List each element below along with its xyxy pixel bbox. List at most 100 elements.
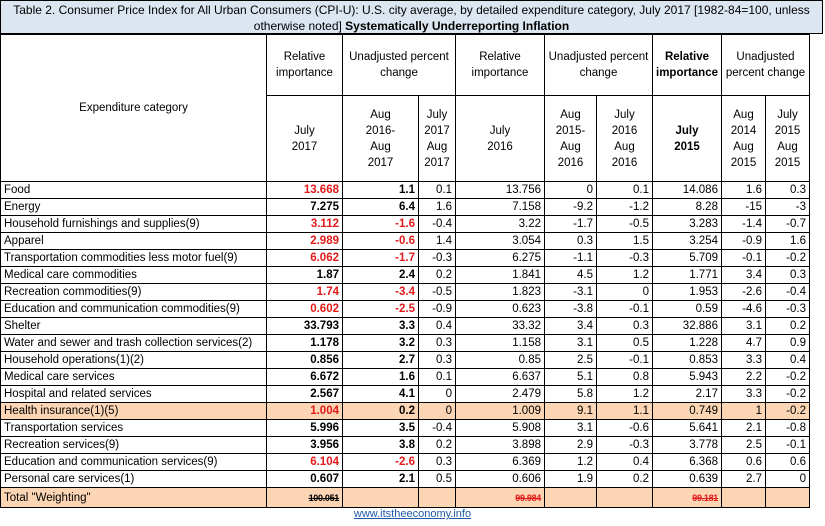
header-category: Expenditure category [0, 34, 267, 182]
table-row: Apparel 2.989 -0.6 1.4 3.054 0.3 1.5 3.254 -0.9 1… [0, 232, 810, 250]
category-cell: Personal care services(1) [0, 470, 267, 488]
pct-change-month-2017-cell: 0.5 [418, 470, 456, 488]
header-unadj-2017: Unadjusted percent change [342, 34, 456, 96]
pct-change-yoy-2017-cell: 6.4 [342, 198, 419, 216]
category-cell: Food [0, 181, 267, 199]
footer-link[interactable]: www.itstheeconomy.info [0, 508, 825, 520]
category-cell: Transportation services [0, 419, 267, 437]
pct-change-month-2017-cell: 1.6 [418, 198, 456, 216]
rel-imp-2016-cell: 1.823 [455, 283, 545, 301]
rel-imp-2015-cell: 5.709 [652, 249, 722, 267]
pct-change-month-2015-cell: 0.9 [764, 334, 810, 352]
rel-imp-2016-cell: 2.479 [455, 385, 545, 403]
pct-change-month-2016-cell: 0.8 [596, 368, 653, 386]
rel-imp-2017-cell: 6.672 [266, 368, 343, 386]
header-rel-imp-2016: Relative importance [455, 34, 545, 96]
pct-change-yoy-2017-cell: 4.1 [342, 385, 419, 403]
header-col-july-2016: July 2016 [455, 95, 545, 182]
pct-change-month-2016-cell: 0.4 [596, 453, 653, 471]
pct-change-month-2015-cell: 0.3 [764, 181, 810, 199]
category-cell: Health insurance(1)(5) [0, 402, 267, 420]
header-col-july2017-aug2017: July 2017 Aug 2017 [418, 95, 456, 182]
pct-change-month-2017-cell: -0.4 [418, 419, 456, 437]
pct-change-yoy-2015-cell: 1.6 [720, 181, 766, 199]
pct-change-month-2016-cell: 0.5 [596, 334, 653, 352]
pct-change-yoy-2015-cell: 3.4 [720, 266, 766, 284]
rel-imp-2015-cell: 5.943 [652, 368, 722, 386]
rel-imp-2017-cell: 0.856 [266, 351, 343, 369]
pct-change-yoy-2016-cell: 9.1 [544, 402, 597, 420]
pct-change-yoy-2016-cell: 2.9 [544, 436, 597, 454]
rel-imp-2016-cell: 3.22 [455, 215, 545, 233]
rel-imp-2017-cell: 13.668 [266, 181, 343, 199]
rel-imp-2016-cell: 1.841 [455, 266, 545, 284]
pct-change-yoy-2015-cell: -0.9 [720, 232, 766, 250]
pct-change-yoy-2017-cell: 2.7 [342, 351, 419, 369]
category-cell: Household operations(1)(2) [0, 351, 267, 369]
pct-change-yoy-2015-cell: 3.1 [720, 317, 766, 335]
pct-change-month-2015-cell: 0.4 [764, 351, 810, 369]
pct-change-yoy-2015-cell: -2.6 [720, 283, 766, 301]
pct-change-month-2015-cell: -0.2 [764, 385, 810, 403]
pct-change-yoy-2017-cell: 3.3 [342, 317, 419, 335]
rel-imp-2016-cell: 1.158 [455, 334, 545, 352]
rel-imp-2017-cell: 7.275 [266, 198, 343, 216]
rel-imp-2017-cell: 1.74 [266, 283, 343, 301]
table-row: Energy 7.275 6.4 1.6 7.158 -9.2 -1.2 8.28 -15 -3 [0, 198, 810, 216]
table-row: Medical care commodities 1.87 2.4 0.2 1.841 4… [0, 266, 810, 284]
pct-change-month-2016-cell: -0.1 [596, 351, 653, 369]
table-row: Education and communication commodities(… [0, 300, 810, 318]
rel-imp-2017-cell: 6.104 [266, 453, 343, 471]
pct-change-yoy-2017-cell: -2.6 [342, 453, 419, 471]
header-unadj-2016: Unadjusted percent change [544, 34, 653, 96]
rel-imp-2016-cell: 0.623 [455, 300, 545, 318]
pct-change-month-2015-cell: -0.2 [764, 402, 810, 420]
table-row: Recreation commodities(9) 1.74 -3.4 -0.5 1.8… [0, 283, 810, 301]
category-cell: Energy [0, 198, 267, 216]
pct-change-month-2017-cell: 0.3 [418, 351, 456, 369]
rel-imp-2017-cell: 3.956 [266, 436, 343, 454]
pct-change-yoy-2015-cell: 2.5 [720, 436, 766, 454]
pct-change-month-2017-cell: -0.9 [418, 300, 456, 318]
pct-change-yoy-2016-cell: -1.7 [544, 215, 597, 233]
pct-change-month-2017-cell: 0.2 [418, 266, 456, 284]
pct-change-month-2016-cell: 0.2 [596, 470, 653, 488]
rel-imp-2015-cell: 1.228 [652, 334, 722, 352]
pct-change-yoy-2017-cell: 3.5 [342, 419, 419, 437]
rel-imp-2016-cell: 33.32 [455, 317, 545, 335]
rel-imp-2015-cell: 32.886 [652, 317, 722, 335]
rel-imp-2015-cell: 0.639 [652, 470, 722, 488]
pct-change-yoy-2015-cell: -0.1 [720, 249, 766, 267]
header-col-july2016-aug2016: July 2016 Aug 2016 [596, 95, 653, 182]
header-col-july-2015: July 2015 [652, 95, 722, 182]
rel-imp-2016-cell: 5.908 [455, 419, 545, 437]
category-cell: Education and communication commodities(… [0, 300, 267, 318]
rel-imp-2017-cell: 1.87 [266, 266, 343, 284]
pct-change-month-2016-cell: -1.2 [596, 198, 653, 216]
pct-change-yoy-2015-cell: 2.1 [720, 419, 766, 437]
pct-change-yoy-2017-cell: 1.6 [342, 368, 419, 386]
rel-imp-2015-cell: 2.17 [652, 385, 722, 403]
pct-change-yoy-2017-cell: -3.4 [342, 283, 419, 301]
total-2017-cell: 100.051 [266, 487, 343, 508]
pct-change-yoy-2015-cell: 1 [720, 402, 766, 420]
pct-change-month-2016-cell: 1.5 [596, 232, 653, 250]
pct-change-month-2016-cell: -0.3 [596, 436, 653, 454]
pct-change-month-2017-cell: 0.4 [418, 317, 456, 335]
pct-change-month-2016-cell: 1.2 [596, 266, 653, 284]
category-cell: Hospital and related services [0, 385, 267, 403]
pct-change-month-2016-cell: 0 [596, 283, 653, 301]
pct-change-yoy-2015-cell: 2.7 [720, 470, 766, 488]
pct-change-month-2017-cell: 0 [418, 402, 456, 420]
header-col-aug2016-aug2017: Aug 2016- Aug 2017 [342, 95, 419, 182]
rel-imp-2017-cell: 0.602 [266, 300, 343, 318]
table-title: Table 2. Consumer Price Index for All Ur… [0, 0, 823, 34]
table-row: Food 13.668 1.1 0.1 13.756 0 0.1 14.086 1.6 0.3 [0, 181, 810, 199]
pct-change-month-2016-cell: -0.6 [596, 419, 653, 437]
table-row: Education and communication services(9) 6… [0, 453, 810, 471]
cpi-table-view: Table 2. Consumer Price Index for All Ur… [0, 0, 825, 526]
pct-change-yoy-2017-cell: 3.8 [342, 436, 419, 454]
pct-change-yoy-2016-cell: 0 [544, 181, 597, 199]
pct-change-month-2015-cell: -0.1 [764, 436, 810, 454]
category-cell: Household furnishings and supplies(9) [0, 215, 267, 233]
